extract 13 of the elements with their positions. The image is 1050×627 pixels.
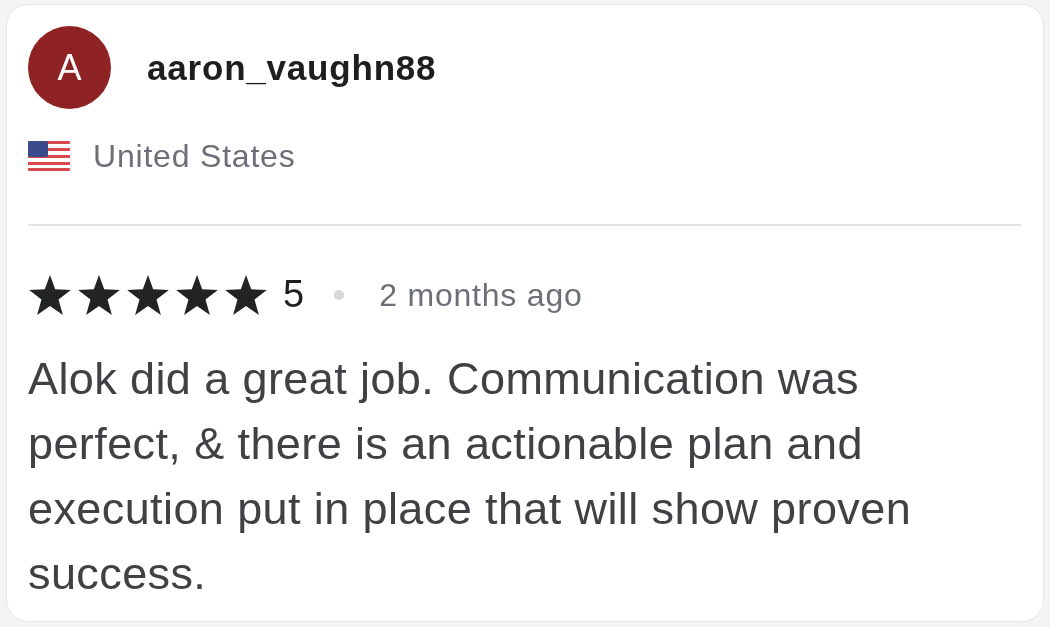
review-time: 2 months ago [379,276,583,315]
avatar: A [28,26,111,109]
star-filled-icon [28,275,72,316]
star-filled-icon [77,275,121,316]
country-name: United States [93,137,296,176]
star-filled-icon [175,275,219,316]
rating-value: 5 [283,272,305,318]
star-filled-icon [126,275,170,316]
star-filled-icon [224,275,268,316]
review-text: Alok did a great job. Communication was perfect, & there is an actionable plan and execution put in place that will show proven success. [28,352,913,601]
flag-icon [28,141,70,172]
separator-dot-icon [334,290,345,301]
username: aaron_vaughn88 [147,46,437,89]
